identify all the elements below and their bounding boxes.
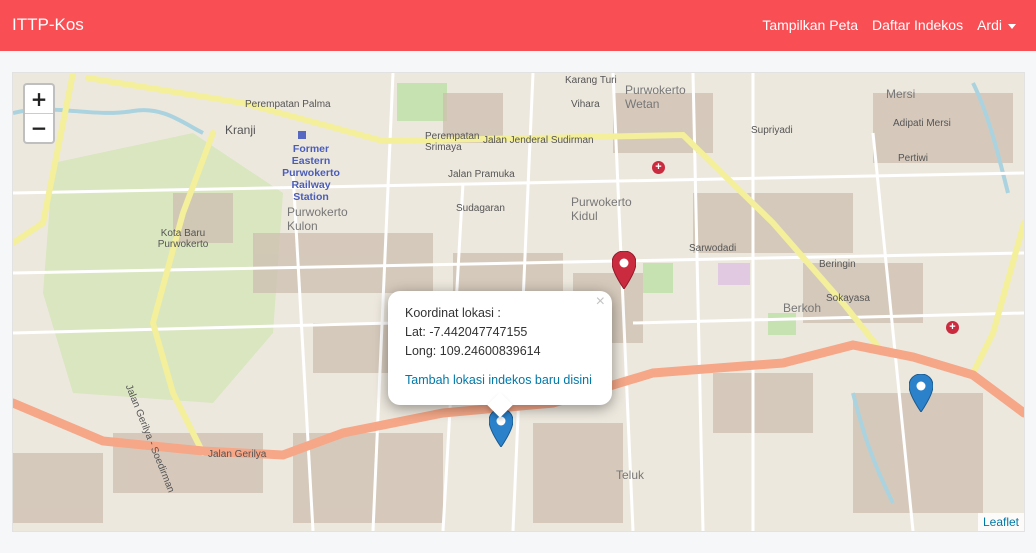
map-label-sarwodadi: Sarwodadi	[689, 243, 737, 254]
map-label-supriyadi: Supriyadi	[751, 125, 793, 136]
caret-down-icon	[1008, 23, 1016, 29]
hospital-icon: +	[652, 161, 665, 174]
map-label-railway-station: Former Eastern Purwokerto Railway Statio…	[282, 143, 340, 203]
navbar: ITTP-Kos Tampilkan Peta Daftar Indekos A…	[0, 0, 1036, 51]
user-menu[interactable]: Ardi	[977, 17, 1016, 33]
indekos-marker-blue[interactable]	[909, 374, 933, 412]
indekos-marker-red[interactable]	[612, 251, 636, 289]
nav-daftar-indekos[interactable]: Daftar Indekos	[872, 17, 963, 33]
leaflet-link[interactable]: Leaflet	[983, 515, 1019, 529]
map-label-kranji: Kranji	[225, 123, 256, 137]
map-label-kota-baru: Kota Baru Purwokerto	[157, 228, 209, 250]
user-name: Ardi	[977, 17, 1002, 33]
popup-lat-label: Lat:	[405, 325, 426, 339]
map-label-karang-turi: Karang Turi	[565, 75, 617, 86]
location-popup: × Koordinat lokasi : Lat: -7.44204774715…	[388, 291, 612, 418]
zoom-in-button[interactable]: +	[25, 85, 53, 114]
map-label-teluk: Teluk	[616, 468, 645, 482]
railway-station-icon	[298, 131, 306, 139]
map-label-perempatan-palma: Perempatan Palma	[245, 99, 331, 110]
popup-title: Koordinat lokasi :	[405, 306, 501, 320]
popup-long-label: Long:	[405, 344, 437, 358]
map-label-adipati-mersi: Adipati Mersi	[893, 118, 951, 129]
map-label-jalan-gerilya: Jalan Gerilya	[208, 449, 267, 460]
map-label-purwokerto-wetan: Purwokerto Wetan	[625, 83, 686, 111]
map[interactable]: Perempatan Palma Kranji Former Eastern P…	[12, 72, 1025, 532]
map-label-jalan-gerilya-soedirman: Jalan Gerilya - Soedirman	[122, 383, 177, 495]
zoom-control: + −	[23, 83, 55, 144]
map-label-jalan-sudirman: Jalan Jenderal Sudirman	[483, 135, 594, 146]
map-label-vihara: Vihara	[571, 99, 600, 110]
brand-link[interactable]: ITTP-Kos	[12, 15, 84, 35]
add-indekos-link[interactable]: Tambah lokasi indekos baru disini	[405, 371, 592, 390]
map-label-sokayasa: Sokayasa	[826, 293, 870, 304]
map-label-berkoh: Berkoh	[783, 301, 822, 315]
map-attribution: Leaflet	[977, 513, 1024, 531]
nav-tampilkan-peta[interactable]: Tampilkan Peta	[762, 17, 858, 33]
popup-lat-value: -7.442047747155	[429, 325, 528, 339]
map-label-purwokerto-kidul: Purwokerto Kidul	[571, 195, 632, 223]
map-label-beringin: Beringin	[819, 259, 856, 270]
popup-long-value: 109.24600839614	[439, 344, 541, 358]
popup-content: Koordinat lokasi : Lat: -7.442047747155 …	[405, 304, 592, 390]
map-label-pertiwi: Pertiwi	[898, 153, 929, 164]
map-label-mersi: Mersi	[886, 87, 916, 101]
popup-long-row: Long: 109.24600839614	[405, 342, 592, 361]
map-label-purwokerto-kulon: Purwokerto Kulon	[287, 205, 348, 233]
zoom-out-button[interactable]: −	[25, 114, 53, 142]
close-icon[interactable]: ×	[596, 293, 605, 311]
map-label-perempatan-srimaya: Perempatan Srimaya	[425, 131, 480, 153]
map-label-jalan-pramuka: Jalan Pramuka	[448, 169, 515, 180]
nav-links: Tampilkan Peta Daftar Indekos Ardi	[762, 17, 1016, 33]
hospital-icon: +	[946, 321, 959, 334]
map-label-sudagaran: Sudagaran	[456, 203, 505, 214]
popup-lat-row: Lat: -7.442047747155	[405, 323, 592, 342]
